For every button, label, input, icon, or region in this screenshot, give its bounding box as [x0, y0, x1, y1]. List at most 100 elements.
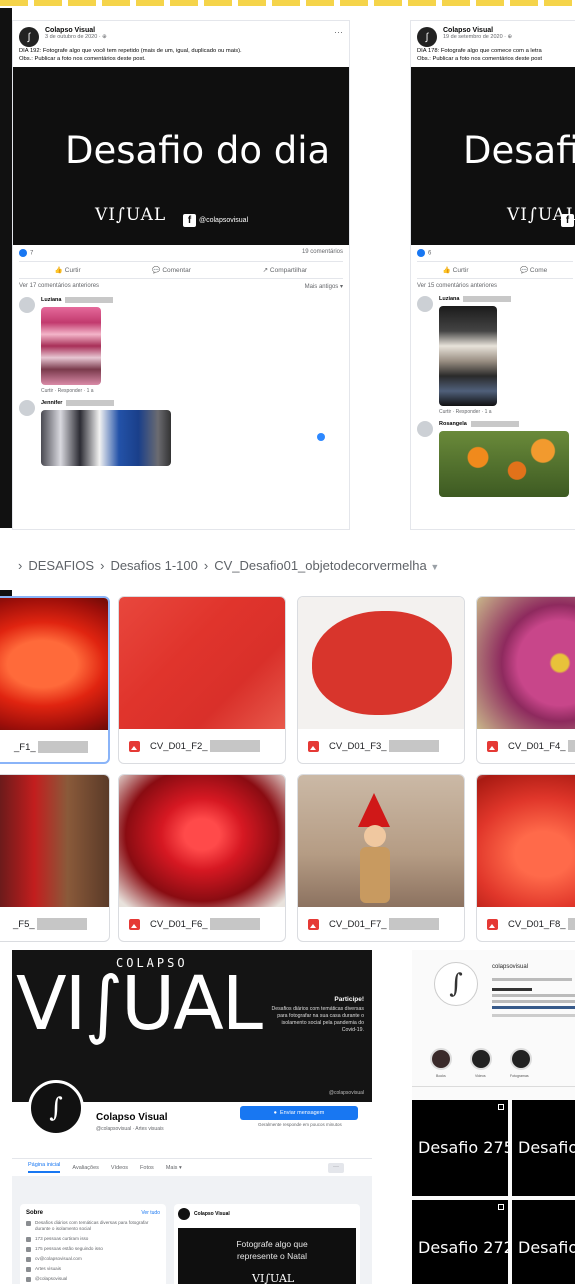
challenge-banner[interactable]: Desafio VI∫UAL f — [411, 67, 575, 245]
feed-post-image[interactable]: Fotografe algo que represente o Natal VI… — [178, 1228, 356, 1284]
commenter-name[interactable]: Rosangela — [439, 421, 569, 427]
profile-avatar[interactable]: ∫ — [434, 962, 478, 1006]
send-message-button[interactable]: ● Enviar mensagem — [240, 1106, 358, 1120]
left-dark-strip — [0, 8, 12, 528]
commenter-avatar[interactable] — [19, 297, 35, 313]
tab-photos[interactable]: Fotos — [140, 1165, 154, 1171]
share-button[interactable]: ↗ Compartilhar — [263, 266, 307, 274]
breadcrumb-item[interactable]: Desafios 1-100 — [110, 558, 197, 573]
more-options-icon[interactable]: ··· — [334, 27, 343, 37]
pinocchio-figure — [358, 793, 390, 827]
file-name[interactable]: CV_D01_F3_ — [298, 729, 464, 763]
file-card[interactable]: CV_D01_F3_ — [297, 596, 465, 764]
page-name[interactable]: Colapso Visual — [45, 27, 334, 34]
profile-bio-line — [492, 1014, 575, 1017]
banner-handle: f — [561, 214, 575, 227]
file-card[interactable]: CV_D01_F6_ — [118, 774, 286, 942]
commenter-name[interactable]: Luziana — [41, 297, 114, 303]
file-thumbnail[interactable] — [477, 775, 575, 907]
comment-photo[interactable] — [439, 431, 569, 497]
file-thumbnail[interactable] — [0, 598, 108, 730]
story-highlight[interactable] — [510, 1048, 532, 1070]
file-card[interactable]: CV_D01_F8_ — [476, 774, 575, 942]
post-tile[interactable]: Desafio 275 — [412, 1100, 508, 1196]
breadcrumb-item[interactable]: DESAFIOS — [28, 558, 94, 573]
like-count[interactable]: 7 — [19, 249, 33, 257]
file-name[interactable]: CV_D01_F4_ — [477, 729, 575, 763]
file-name[interactable]: _F1_ — [0, 730, 108, 762]
page-avatar[interactable] — [178, 1208, 190, 1220]
commenter-avatar[interactable] — [417, 421, 433, 437]
sort-comments[interactable]: Mais antigos ▾ — [305, 283, 343, 290]
challenge-banner[interactable]: Desafio do dia VI∫UAL f @colapsovisual — [13, 67, 349, 245]
more-options-icon[interactable]: ··· — [328, 1163, 344, 1173]
instagram-username[interactable]: colapsovisual — [492, 964, 528, 970]
file-name[interactable]: CV_D01_F7_ — [298, 907, 464, 941]
commenter-name[interactable]: Jennifer — [41, 400, 171, 406]
post-date[interactable]: 3 de outubro de 2020 · ⊕ — [45, 34, 334, 40]
post-tile[interactable]: Desafio 2 — [512, 1200, 575, 1284]
messenger-icon[interactable] — [317, 433, 325, 441]
view-previous-comments[interactable]: Ver 17 comentários anteriores — [19, 283, 99, 290]
comments-count[interactable]: 19 comentários — [302, 249, 343, 257]
pinocchio-body — [360, 847, 390, 903]
breadcrumb-current-folder[interactable]: CV_Desafio01_objetodecorvermelha ▼ — [214, 558, 439, 573]
about-instagram[interactable]: @colapsovisual — [26, 1276, 160, 1282]
file-name[interactable]: CV_D01_F8_ — [477, 907, 575, 941]
post-date[interactable]: 19 de setembro de 2020 · ⊕ — [443, 34, 573, 40]
page-name[interactable]: Colapso Visual — [443, 27, 573, 34]
file-name[interactable]: _F5_ — [0, 907, 109, 941]
about-category[interactable]: Artes visuais — [26, 1266, 160, 1272]
file-thumbnail[interactable] — [119, 775, 285, 907]
tab-reviews[interactable]: Avaliações — [72, 1165, 99, 1171]
comment-actions[interactable]: Curtir · Responder · 1 a — [439, 409, 511, 415]
banner-title: Desafio do dia — [65, 129, 331, 172]
story-highlight[interactable] — [470, 1048, 492, 1070]
view-previous-comments[interactable]: Ver 15 comentários anteriores — [417, 283, 497, 289]
comment-button[interactable]: 💬 Comentar — [152, 266, 190, 274]
file-thumbnail[interactable] — [298, 597, 464, 729]
file-thumbnail[interactable] — [298, 775, 464, 907]
redacted-surname — [463, 296, 512, 302]
file-thumbnail[interactable] — [0, 775, 109, 907]
about-email[interactable]: cv@colapsovisual.com — [26, 1256, 160, 1262]
feed-page-name[interactable]: Colapso Visual — [194, 1211, 230, 1217]
like-button[interactable]: 👍 Curtir — [443, 266, 469, 274]
file-card[interactable]: _F1_ — [0, 596, 110, 764]
file-card[interactable]: CV_D01_F2_ — [118, 596, 286, 764]
file-name[interactable]: CV_D01_F6_ — [119, 907, 285, 941]
post-tile[interactable]: Desafio 2 — [512, 1100, 575, 1196]
comment-photo[interactable] — [41, 410, 171, 466]
file-thumbnail[interactable] — [119, 597, 285, 729]
like-count[interactable]: 6 — [417, 249, 431, 257]
post-text-line: Obs.: Publicar a foto nos comentários de… — [19, 56, 146, 62]
see-all-link[interactable]: Ver tudo — [141, 1210, 160, 1216]
chevron-down-icon[interactable]: ▼ — [430, 562, 439, 572]
file-name[interactable]: CV_D01_F2_ — [119, 729, 285, 763]
commenter-avatar[interactable] — [417, 296, 433, 312]
file-card[interactable]: _F5_ — [0, 774, 110, 942]
file-card[interactable]: CV_D01_F7_ — [297, 774, 465, 942]
comment-actions[interactable]: Curtir · Responder · 1 a — [41, 388, 113, 394]
profile-avatar[interactable]: ∫ — [28, 1080, 84, 1136]
feed-post: Colapso Visual Fotografe algo que repres… — [174, 1204, 360, 1284]
about-description: Desafios diários com temáticas diversas … — [26, 1220, 160, 1232]
redacted-filename — [209, 918, 260, 930]
comment-photo[interactable] — [439, 306, 497, 406]
tab-home[interactable]: Página inicial — [28, 1162, 61, 1173]
like-button[interactable]: 👍 Curtir — [55, 266, 81, 274]
profile-tabs[interactable] — [412, 1086, 575, 1096]
commenter-name[interactable]: Luziana — [439, 296, 512, 302]
tab-more[interactable]: Mais ▾ — [166, 1165, 182, 1171]
post-tile[interactable]: Desafio 272 — [412, 1200, 508, 1284]
file-thumbnail[interactable] — [477, 597, 575, 729]
commenter-avatar[interactable] — [19, 400, 35, 416]
page-avatar[interactable]: ∫ — [19, 27, 39, 47]
tab-videos[interactable]: Vídeos — [111, 1165, 128, 1171]
comment-photo[interactable] — [41, 307, 101, 385]
cover-photo[interactable]: COLAPSO VI∫UAL Participe! Desafios diári… — [12, 950, 372, 1102]
file-card[interactable]: CV_D01_F4_ — [476, 596, 575, 764]
story-highlight[interactable] — [430, 1048, 452, 1070]
comment-button[interactable]: 💬 Come — [520, 266, 547, 274]
page-avatar[interactable]: ∫ — [417, 27, 437, 47]
